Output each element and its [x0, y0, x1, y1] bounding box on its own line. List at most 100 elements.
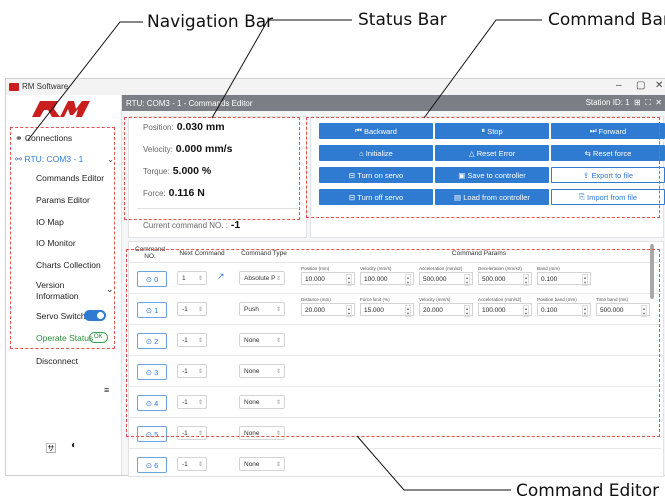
command-number-button[interactable]: ⊙ 4 — [137, 395, 167, 411]
col-header-next-command: Next Command — [179, 250, 225, 257]
scrollbar[interactable] — [650, 244, 654, 299]
initialize-button[interactable]: ⌂ Initialize — [319, 145, 433, 161]
param-value-input[interactable]: 0.100 ▲ ▼ — [537, 272, 591, 286]
param-field[interactable]: Band (mm) 0.100 ▲ ▼ — [537, 266, 591, 286]
spinner-icon[interactable]: ▲ ▼ — [582, 274, 588, 286]
play-icon: ⊙ — [145, 367, 153, 377]
param-field[interactable]: Deceleration (mm/s2) 500.000 ▲ ▼ — [478, 266, 532, 286]
load-from-controller-button[interactable]: ▤ Load from controller — [435, 189, 549, 205]
sidebar-item-io-monitor[interactable]: IO Monitor — [36, 238, 76, 248]
forward-button[interactable]: ⏭ Forward — [551, 123, 665, 139]
spinner-icon[interactable]: ▲ ▼ — [405, 274, 411, 286]
param-field[interactable]: Force limit (%) 15.000 ▲ ▼ — [360, 297, 414, 317]
command-type-select[interactable]: None ⇕ — [239, 426, 285, 440]
sidebar-item-version[interactable]: Version Information — [36, 280, 86, 302]
next-command-select[interactable]: -1 ⇕ — [177, 457, 207, 471]
export-icon: ⇪ — [582, 170, 590, 180]
param-field[interactable]: Time band (ms) 500.000 ▲ ▼ — [596, 297, 650, 317]
param-value-input[interactable]: 500.000 ▲ ▼ — [478, 272, 532, 286]
theme-icon[interactable]: ◐ — [71, 440, 77, 451]
command-type-select[interactable]: None ⇕ — [239, 364, 285, 378]
param-value-input[interactable]: 0.100 ▲ ▼ — [537, 303, 591, 317]
table-row: ⊙ 0 1 ⇕ ↗ Absolute P ⇕ Position (mm) 10.000 ▲ ▼ Ve… — [129, 262, 661, 294]
fullscreen-icon[interactable]: ⛶ — [643, 98, 651, 107]
param-field[interactable]: Distance (mm) 20.000 ▲ ▼ — [301, 297, 355, 317]
grid-icon[interactable]: ⊞ — [632, 98, 641, 107]
turn-off-servo-button[interactable]: ⊟ Turn off servo — [319, 189, 433, 205]
callout-command-bar: Command Bar — [548, 10, 665, 30]
param-value-input[interactable]: 100.000 ▲ ▼ — [360, 272, 414, 286]
language-icon[interactable]: 🈂 — [46, 440, 56, 455]
param-field[interactable]: Acceleration (mm/s2) 100.000 ▲ ▼ — [478, 297, 532, 317]
play-icon: ⊙ — [145, 305, 153, 315]
stop-button[interactable]: ⏸ Stop — [435, 123, 549, 139]
param-label: Acceleration (mm/s2) — [419, 266, 463, 271]
save-to-controller-button[interactable]: ▣ Save to controller — [435, 167, 549, 183]
collapse-menu-icon[interactable]: ≡ — [104, 385, 109, 395]
spinner-icon[interactable]: ▲ ▼ — [582, 305, 588, 317]
command-number-button[interactable]: ⊙ 2 — [137, 333, 167, 349]
param-value-input[interactable]: 100.000 ▲ ▼ — [478, 303, 532, 317]
next-command-select[interactable]: -1 ⇕ — [177, 302, 207, 316]
spinner-icon[interactable]: ▲ ▼ — [464, 274, 470, 286]
load-icon: ▤ — [454, 192, 462, 202]
close-button[interactable]: ✕ — [655, 80, 663, 91]
spinner-icon[interactable]: ▲ ▼ — [523, 274, 529, 286]
param-value-input[interactable]: 15.000 ▲ ▼ — [360, 303, 414, 317]
turn-on-servo-button[interactable]: ⊟ Turn on servo — [319, 167, 433, 183]
command-type-select[interactable]: None ⇕ — [239, 457, 285, 471]
import-from-file-button[interactable]: ⎘ Import from file — [551, 189, 665, 205]
pause-icon: ⏸ — [481, 126, 486, 135]
command-number-button[interactable]: ⊙ 3 — [137, 364, 167, 380]
spinner-icon[interactable]: ▲ ▼ — [641, 305, 647, 317]
next-command-select[interactable]: -1 ⇕ — [177, 395, 207, 409]
reset-error-button[interactable]: △ Reset Error — [435, 145, 549, 161]
backward-icon: ⏮ — [355, 126, 362, 135]
export-to-file-button[interactable]: ⇪ Export to file — [551, 167, 665, 183]
callout-status-bar: Status Bar — [358, 10, 447, 30]
sidebar-item-rtu[interactable]: ⚯ RTU: COM3 - 1 ⌄ — [15, 154, 114, 165]
sidebar-item-commands-editor[interactable]: Commands Editor — [36, 173, 104, 183]
next-command-select[interactable]: -1 ⇕ — [177, 426, 207, 440]
command-type-select[interactable]: None ⇕ — [239, 395, 285, 409]
command-type-select[interactable]: Push ⇕ — [239, 302, 285, 316]
sidebar-item-charts-collection[interactable]: Charts Collection — [36, 260, 101, 270]
spinner-icon[interactable]: ▲ ▼ — [523, 305, 529, 317]
col-header-command-params: Command Params — [451, 250, 507, 257]
next-command-select[interactable]: 1 ⇕ — [177, 271, 207, 285]
param-value-input[interactable]: 20.000 ▲ ▼ — [301, 303, 355, 317]
minimize-button[interactable]: – — [616, 80, 622, 91]
spinner-icon[interactable]: ▲ ▼ — [346, 274, 352, 286]
param-field[interactable]: Acceleration (mm/s2) 500.000 ▲ ▼ — [419, 266, 473, 286]
next-command-select[interactable]: -1 ⇕ — [177, 333, 207, 347]
param-field[interactable]: Velocity (mm/s) 20.000 ▲ ▼ — [419, 297, 473, 317]
sidebar-item-connections[interactable]: ⚭ Connections — [15, 133, 72, 144]
sidebar-item-io-map[interactable]: IO Map — [36, 217, 64, 227]
close-tab-icon[interactable]: ✕ — [653, 98, 662, 107]
param-value-input[interactable]: 10.000 ▲ ▼ — [301, 272, 355, 286]
spinner-icon[interactable]: ▲ ▼ — [405, 305, 411, 317]
maximize-button[interactable]: ▢ — [636, 80, 645, 91]
reset-force-button[interactable]: ⇆ Reset force — [551, 145, 665, 161]
status-divider — [137, 208, 298, 209]
servo-switch-toggle[interactable] — [84, 310, 106, 321]
share-icon[interactable]: ↗ — [217, 271, 225, 282]
param-value-input[interactable]: 500.000 ▲ ▼ — [419, 272, 473, 286]
command-type-select[interactable]: None ⇕ — [239, 333, 285, 347]
param-field[interactable]: Position (mm) 10.000 ▲ ▼ — [301, 266, 355, 286]
backward-button[interactable]: ⏮ Backward — [319, 123, 433, 139]
next-command-select[interactable]: -1 ⇕ — [177, 364, 207, 378]
spinner-icon[interactable]: ▲ ▼ — [346, 305, 352, 317]
spinner-icon[interactable]: ▲ ▼ — [464, 305, 470, 317]
disconnect-button[interactable]: Disconnect — [36, 356, 78, 366]
sidebar-item-params-editor[interactable]: Params Editor — [36, 195, 90, 205]
param-value-input[interactable]: 500.000 ▲ ▼ — [596, 303, 650, 317]
command-number-button[interactable]: ⊙ 6 — [137, 457, 167, 473]
command-type-select[interactable]: Absolute P ⇕ — [239, 271, 285, 285]
command-number-button[interactable]: ⊙ 0 — [137, 271, 167, 287]
param-value-input[interactable]: 20.000 ▲ ▼ — [419, 303, 473, 317]
param-field[interactable]: Velocity (mm/s) 100.000 ▲ ▼ — [360, 266, 414, 286]
command-number-button[interactable]: ⊙ 5 — [137, 426, 167, 442]
command-number-button[interactable]: ⊙ 1 — [137, 302, 167, 318]
param-field[interactable]: Position band (mm) 0.100 ▲ ▼ — [537, 297, 591, 317]
